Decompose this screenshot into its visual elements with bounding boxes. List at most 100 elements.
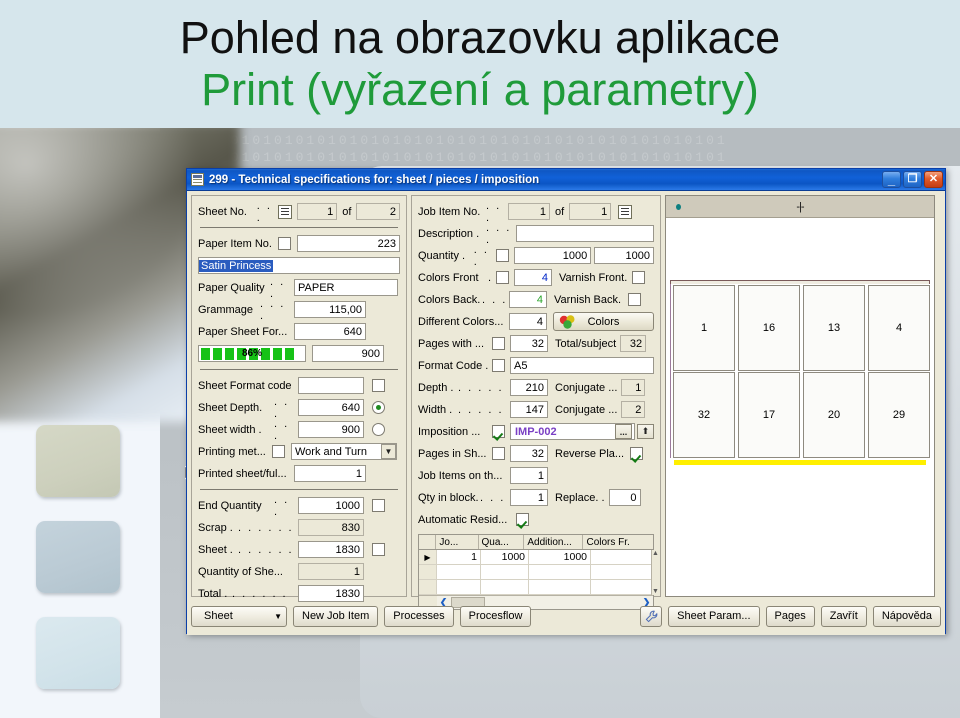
total-value[interactable]: 1830 — [298, 585, 364, 602]
maximize-button[interactable]: ❐ — [903, 171, 922, 188]
width-dots: . . . . . — [458, 403, 504, 416]
format-code-checkbox[interactable] — [492, 359, 505, 372]
sheet-no-value[interactable]: 1 — [297, 203, 338, 220]
page-cell[interactable]: 16 — [738, 285, 800, 371]
imposition-up-button[interactable]: ⬆ — [637, 424, 654, 439]
end-quantity-checkbox[interactable] — [372, 499, 385, 512]
grid-header-job[interactable]: Jo... — [436, 535, 479, 549]
printing-method-combobox[interactable]: Work and Turn ▼ — [291, 443, 397, 460]
qty-in-block-label: Qty in block. — [418, 491, 479, 504]
width-label: Width . — [418, 403, 453, 416]
description-value[interactable] — [516, 225, 654, 242]
quantity-value-1[interactable]: 1000 — [513, 247, 592, 264]
grid-header-quantity[interactable]: Qua... — [479, 535, 525, 549]
chevron-down-icon[interactable]: ▼ — [381, 444, 396, 459]
colors-front-value[interactable]: 4 — [514, 269, 552, 286]
reverse-plate-checkbox[interactable] — [630, 447, 644, 460]
grammage-label: Grammage — [198, 303, 254, 316]
wrench-icon-button[interactable] — [640, 605, 663, 627]
imposition-checkbox[interactable] — [492, 425, 505, 438]
pages-with-value[interactable]: 32 — [510, 335, 548, 352]
grid-header-additional[interactable]: Addition... — [524, 535, 584, 549]
colors-button[interactable]: Colors — [553, 312, 654, 331]
scroll-down-icon[interactable]: ▼ — [652, 588, 659, 595]
quantity-checkbox[interactable] — [495, 249, 509, 262]
grid-vertical-scrollbar[interactable]: ▲ ▼ — [651, 550, 659, 595]
pages-in-sheet-checkbox[interactable] — [492, 447, 505, 460]
end-quantity-value[interactable]: 1000 — [298, 497, 364, 514]
decor-square-2 — [36, 521, 120, 593]
automatic-residue-checkbox[interactable] — [516, 513, 529, 526]
paper-item-no-value[interactable]: 223 — [296, 235, 400, 252]
help-button[interactable]: Nápověda — [872, 605, 941, 627]
scroll-up-icon[interactable]: ▲ — [652, 550, 659, 557]
minimize-button[interactable]: _ — [882, 171, 901, 188]
sheet-value[interactable]: 1830 — [298, 541, 364, 558]
page-cell[interactable]: 32 — [673, 372, 735, 458]
different-colors-value[interactable]: 4 — [509, 313, 547, 330]
page-cell[interactable]: 13 — [803, 285, 865, 371]
width-value[interactable]: 147 — [510, 401, 548, 418]
grid-header-colors-front[interactable]: Colors Fr. — [583, 535, 640, 549]
row-depth: Depth . . . . . . 210 Conjugate ... 1 — [418, 377, 654, 398]
format-code-value[interactable]: A5 — [510, 357, 654, 374]
sheet-format-code-label: Sheet Format code — [198, 379, 292, 392]
dialog-titlebar[interactable]: 299 - Technical specifications for: shee… — [187, 169, 945, 191]
colors-front-checkbox[interactable] — [496, 271, 509, 284]
pages-in-sheet-value[interactable]: 32 — [510, 445, 548, 462]
paper-sheet-format-value[interactable]: 640 — [294, 323, 366, 340]
varnish-back-checkbox[interactable] — [628, 293, 641, 306]
paper-quality-value[interactable]: PAPER — [294, 279, 398, 296]
sheet-param-button[interactable]: Sheet Param... — [668, 605, 760, 627]
job-item-panel: Job Item No. . . . 1 of 1 Description . … — [411, 195, 661, 610]
row-grammage: Grammage . . . . 115,00 — [198, 298, 400, 322]
depth-value[interactable]: 210 — [510, 379, 548, 396]
job-item-list-icon[interactable] — [618, 204, 633, 219]
page-cell[interactable]: 1 — [673, 285, 735, 371]
sheet-depth-radio[interactable] — [372, 401, 385, 414]
imposition-field[interactable]: IMP-002 ... — [510, 423, 635, 440]
imposition-browse-button[interactable]: ... — [615, 424, 632, 439]
table-row[interactable] — [419, 580, 651, 595]
paper-item-no-checkbox[interactable] — [277, 237, 291, 250]
new-job-item-button[interactable]: New Job Item — [293, 605, 379, 627]
cell-job: 1 — [437, 550, 481, 564]
sheet-depth-value[interactable]: 640 — [298, 399, 364, 416]
paper-name-field[interactable]: Satin Princess — [198, 257, 400, 274]
colors-back-value[interactable]: 4 — [509, 291, 547, 308]
printed-sheet-full-value[interactable]: 1 — [294, 465, 366, 482]
printing-method-checkbox[interactable] — [272, 445, 285, 458]
page-cell[interactable]: 17 — [738, 372, 800, 458]
sheet-format-code-checkbox[interactable] — [372, 379, 385, 392]
page-cell[interactable]: 29 — [868, 372, 930, 458]
table-row[interactable] — [419, 565, 651, 580]
total-subject-label: Total/subject — [555, 337, 617, 350]
table-row[interactable]: ▶ 1 1000 1000 — [419, 550, 651, 565]
job-items-on-sheet-value[interactable]: 1 — [510, 467, 548, 484]
sheet-width-radio[interactable] — [372, 423, 385, 436]
sheet-width-paper-value[interactable]: 900 — [312, 345, 384, 362]
procesflow-button[interactable]: Procesflow — [459, 605, 532, 627]
sheet-width-value[interactable]: 900 — [298, 421, 364, 438]
replace-value[interactable]: 0 — [608, 489, 641, 506]
sheet-list-icon[interactable] — [278, 204, 293, 219]
page-cell[interactable]: 20 — [803, 372, 865, 458]
pages-button[interactable]: Pages — [765, 605, 815, 627]
row-sheet-format-code: Sheet Format code — [198, 375, 400, 396]
grammage-value[interactable]: 115,00 — [294, 301, 366, 318]
close-dialog-button[interactable]: Zavřít — [820, 605, 867, 627]
close-button[interactable]: ✕ — [924, 171, 943, 188]
imposition-value: IMP-002 — [515, 425, 557, 438]
varnish-front-checkbox[interactable] — [632, 271, 646, 284]
sheet-format-code-value[interactable] — [298, 377, 364, 394]
processes-button[interactable]: Processes — [384, 605, 454, 627]
pages-with-checkbox[interactable] — [492, 337, 505, 350]
job-item-no-value[interactable]: 1 — [508, 203, 550, 220]
page-cell[interactable]: 4 — [868, 285, 930, 371]
colors-back-dots: . . . — [482, 293, 508, 306]
quantity-value-2[interactable]: 1000 — [594, 247, 654, 264]
sheet-dropdown-button[interactable]: Sheet ▼ — [191, 605, 287, 627]
sheet-checkbox[interactable] — [372, 543, 385, 556]
qty-in-block-value[interactable]: 1 — [510, 489, 548, 506]
window-menu-icon[interactable] — [191, 173, 204, 186]
